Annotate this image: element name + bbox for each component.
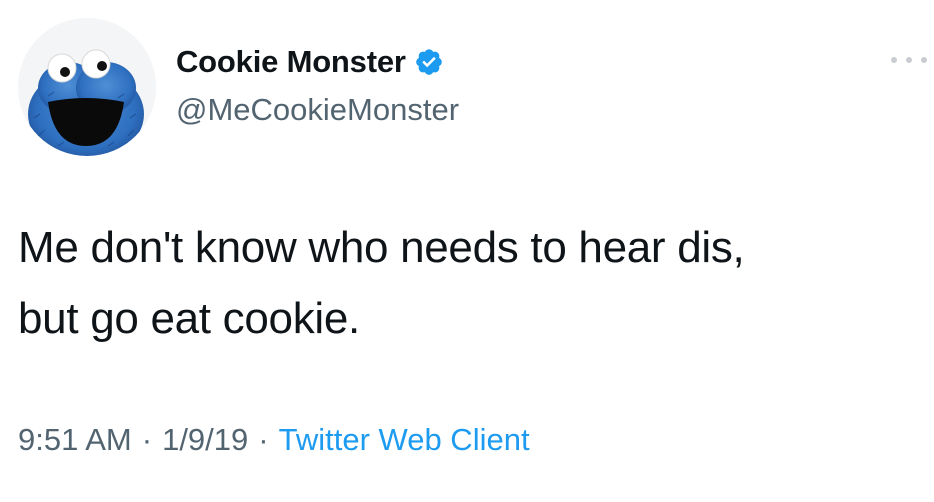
tweet-card: Cookie Monster @MeCookieMonster Me don't… [0, 0, 934, 502]
tweet-meta: 9:51 AM · 1/9/19 · Twitter Web Client [18, 422, 530, 458]
user-handle[interactable]: @MeCookieMonster [176, 92, 459, 128]
avatar[interactable] [18, 18, 156, 156]
tweet-date[interactable]: 1/9/19 [162, 422, 248, 457]
more-dot [906, 57, 912, 63]
display-name[interactable]: Cookie Monster [176, 44, 406, 80]
meta-separator: · [141, 422, 153, 457]
meta-separator: · [258, 422, 269, 457]
tweet-time[interactable]: 9:51 AM [18, 422, 132, 457]
tweet-text-line-1: Me don't know who needs to hear dis, [18, 223, 745, 272]
tweet-text-line-2: but go eat cookie. [18, 294, 360, 343]
more-dot [921, 57, 927, 63]
display-name-row: Cookie Monster [176, 42, 444, 82]
cookie-monster-avatar-icon [18, 18, 156, 156]
more-options-icon[interactable] [891, 52, 927, 68]
tweet-source-link[interactable]: Twitter Web Client [279, 422, 530, 457]
more-dot [891, 57, 897, 63]
verified-badge-icon [414, 47, 444, 77]
tweet-text: Me don't know who needs to hear dis, but… [18, 212, 918, 354]
